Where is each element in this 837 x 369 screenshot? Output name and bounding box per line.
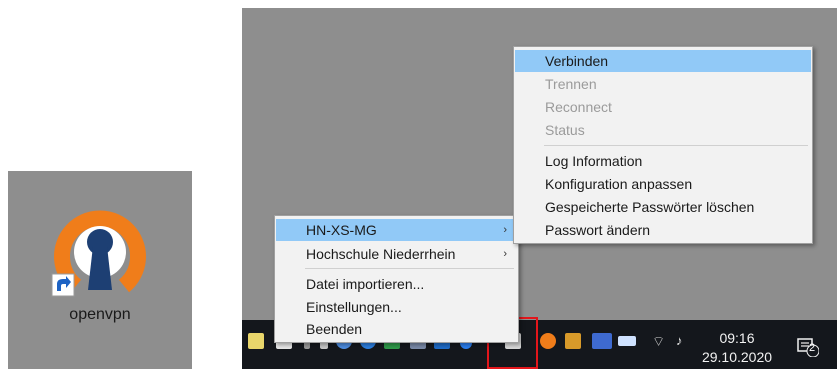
menu-item-hn-xs-mg[interactable]: HN-XS-MG › <box>276 219 517 241</box>
clock-date: 29.10.2020 <box>701 349 773 365</box>
openvpn-desktop-shortcut[interactable]: openvpn <box>38 194 162 334</box>
message-icon <box>797 338 820 358</box>
notification-count: 2 <box>809 342 816 354</box>
menu-item-reconnect: Reconnect <box>545 99 612 115</box>
menu-item-konfiguration-anpassen[interactable]: Konfiguration anpassen <box>515 173 811 195</box>
menu-item-einstellungen[interactable]: Einstellungen... <box>276 296 517 318</box>
menu-item-beenden[interactable]: Beenden <box>276 318 517 340</box>
shortcut-arrow-icon <box>51 273 75 297</box>
menu-separator <box>305 268 514 269</box>
display-icon[interactable] <box>592 333 612 349</box>
menu-separator <box>544 145 808 146</box>
submenu-arrow-icon: › <box>503 224 507 236</box>
clock-time: 09:16 <box>719 330 755 346</box>
notification-center-icon[interactable]: 2 <box>797 337 820 358</box>
task-icon-1[interactable] <box>248 333 264 349</box>
menu-item-datei-importieren[interactable]: Datei importieren... <box>276 273 517 295</box>
openvpn-logo-icon <box>51 210 146 297</box>
menu-item-verbinden[interactable]: Verbinden <box>515 50 811 72</box>
task-icon-13[interactable] <box>565 333 581 349</box>
menu-item-trennen: Trennen <box>545 76 597 92</box>
menu-item-passwoerter-loeschen[interactable]: Gespeicherte Passwörter löschen <box>515 196 811 218</box>
shortcut-label: openvpn <box>69 306 131 323</box>
tray-clock[interactable]: 09:16 29.10.2020 <box>700 329 774 367</box>
submenu-arrow-icon: › <box>503 248 507 260</box>
connection-submenu: Verbinden Trennen Reconnect Status Log I… <box>513 46 813 244</box>
search-icon[interactable] <box>540 333 556 349</box>
menu-item-status: Status <box>545 122 585 138</box>
battery-icon[interactable] <box>618 336 636 346</box>
menu-item-log-information[interactable]: Log Information <box>515 150 811 172</box>
openvpn-context-menu: HN-XS-MG › Hochschule Niederrhein › Date… <box>274 215 519 343</box>
wifi-icon[interactable]: ⌔ <box>652 333 668 349</box>
volume-icon[interactable]: ♪ <box>676 333 692 349</box>
menu-item-passwort-aendern[interactable]: Passwort ändern <box>515 219 811 241</box>
menu-item-hochschule-niederrhein[interactable]: Hochschule Niederrhein › <box>276 243 517 265</box>
